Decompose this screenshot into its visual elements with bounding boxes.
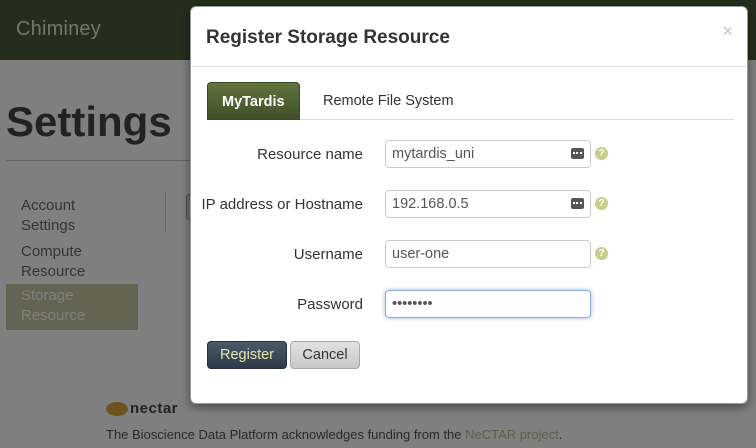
register-button[interactable]: Register xyxy=(207,341,287,369)
form-row-username: Username ? xyxy=(191,240,747,268)
resource-name-input[interactable] xyxy=(385,140,591,168)
resource-type-tabs: MyTardis Remote File System xyxy=(207,82,734,120)
resource-name-label: Resource name xyxy=(257,146,363,163)
modal-header: Register Storage Resource × xyxy=(191,7,747,67)
form-row-ip-address: IP address or Hostname ? xyxy=(191,190,747,218)
question-icon[interactable]: ? xyxy=(595,197,608,210)
ellipsis-icon[interactable] xyxy=(571,198,584,209)
username-label: Username xyxy=(293,246,363,263)
password-input[interactable] xyxy=(385,290,591,318)
ip-address-label: IP address or Hostname xyxy=(201,196,363,213)
question-icon[interactable]: ? xyxy=(595,247,608,260)
cancel-button[interactable]: Cancel xyxy=(290,341,360,369)
close-icon[interactable]: × xyxy=(722,21,733,42)
username-input[interactable] xyxy=(385,240,591,268)
question-icon[interactable]: ? xyxy=(595,147,608,160)
ip-address-input[interactable] xyxy=(385,190,591,218)
ellipsis-icon[interactable] xyxy=(571,148,584,159)
form-row-resource-name: Resource name ? xyxy=(191,140,747,168)
tab-mytardis[interactable]: MyTardis xyxy=(207,82,300,120)
modal-title: Register Storage Resource xyxy=(206,27,450,48)
form-row-password: Password xyxy=(191,290,747,318)
tab-remote-file-system[interactable]: Remote File System xyxy=(309,82,468,120)
register-storage-modal: Register Storage Resource × MyTardis Rem… xyxy=(190,6,748,404)
password-label: Password xyxy=(297,296,363,313)
